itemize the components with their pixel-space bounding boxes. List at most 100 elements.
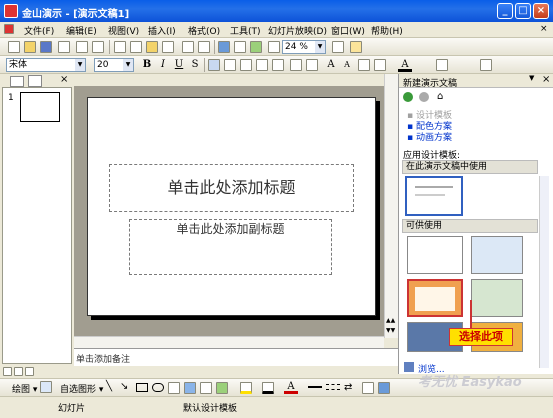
menu-file[interactable]: 文件(F) [24, 24, 54, 37]
open-icon[interactable] [24, 41, 36, 53]
close-icon[interactable]: × [60, 74, 68, 85]
title-placeholder[interactable]: 单击此处添加标题 [109, 164, 354, 212]
select-pointer-icon[interactable] [40, 381, 52, 393]
forward-icon[interactable] [419, 92, 429, 102]
copy-icon[interactable] [130, 41, 142, 53]
text-color-icon[interactable]: A [284, 380, 298, 394]
minimize-button[interactable]: _ [497, 3, 513, 19]
email-icon[interactable] [58, 41, 70, 53]
menu-edit[interactable]: 编辑(E) [66, 24, 97, 37]
slideshow-view-icon[interactable] [25, 367, 34, 376]
indent-icon[interactable] [358, 59, 370, 71]
textbox-icon[interactable] [168, 382, 180, 394]
close-button[interactable]: × [533, 3, 549, 19]
template-orange[interactable] [407, 279, 463, 317]
close-icon[interactable]: × [542, 74, 550, 85]
draw-menu[interactable]: 绘图 ▾ [12, 382, 37, 395]
insert-picture-icon[interactable] [250, 41, 262, 53]
arrow-style-icon[interactable]: ⇄ [344, 382, 352, 393]
justify-icon[interactable] [256, 59, 268, 71]
paste-icon[interactable] [146, 41, 158, 53]
cut-icon[interactable] [114, 41, 126, 53]
zoom-dropdown[interactable]: 24 % ▼ [282, 40, 326, 54]
new-icon[interactable] [8, 41, 20, 53]
shadow-button[interactable]: S [188, 58, 202, 72]
template-plain[interactable] [407, 236, 463, 274]
align-center-icon[interactable] [224, 59, 236, 71]
template-blue[interactable] [471, 236, 523, 274]
back-icon[interactable] [403, 92, 413, 102]
find-icon[interactable] [332, 41, 344, 53]
menu-view[interactable]: 视图(V) [108, 24, 139, 37]
redo-icon[interactable] [198, 41, 210, 53]
format-painter-icon[interactable] [162, 41, 174, 53]
menu-help[interactable]: 帮助(H) [371, 24, 403, 37]
tab-outline[interactable] [10, 76, 24, 87]
app-icon[interactable] [4, 4, 18, 18]
horizontal-scrollbar[interactable] [74, 336, 384, 348]
sorter-view-icon[interactable] [14, 367, 23, 376]
shadow-icon[interactable] [362, 382, 374, 394]
menu-tools[interactable]: 工具(T) [230, 24, 261, 37]
menu-format[interactable]: 格式(O) [188, 24, 220, 37]
chevron-down-icon[interactable]: ▼ [529, 74, 534, 82]
oval-icon[interactable] [152, 383, 164, 392]
prev-slide-icon[interactable]: ▲▲ [386, 317, 395, 324]
font-color-icon[interactable]: A [398, 58, 412, 72]
clipart-icon[interactable] [216, 382, 228, 394]
subtitle-placeholder[interactable]: 单击此处添加副标题 [129, 219, 332, 275]
task-pane-scrollbar[interactable] [539, 176, 549, 368]
menu-slideshow[interactable]: 幻灯片放映(D) [268, 24, 327, 37]
undo-icon[interactable] [182, 41, 194, 53]
print-preview-icon[interactable] [92, 41, 104, 53]
font-name-dropdown[interactable]: 宋体 ▼ [6, 58, 86, 72]
line-style-icon[interactable] [308, 386, 322, 388]
numbering-icon[interactable] [290, 59, 302, 71]
fill-color-icon[interactable] [240, 382, 252, 394]
home-icon[interactable]: ⌂ [437, 91, 443, 102]
menu-window[interactable]: 窗口(W) [331, 24, 365, 37]
increase-font-icon[interactable]: A [324, 58, 338, 72]
3d-icon[interactable] [378, 382, 390, 394]
outdent-icon[interactable] [374, 59, 386, 71]
align-right-icon[interactable] [240, 59, 252, 71]
columns-icon[interactable] [268, 41, 280, 53]
insert-table-icon[interactable] [234, 41, 246, 53]
align-left-icon[interactable] [208, 59, 220, 71]
italic-button[interactable]: I [156, 58, 170, 72]
tab-slides[interactable] [28, 75, 42, 87]
next-slide-icon[interactable]: ▼▼ [386, 327, 395, 334]
wordart-icon[interactable] [184, 382, 196, 394]
doc-icon[interactable] [4, 24, 14, 34]
diagram-icon[interactable] [200, 382, 212, 394]
notes-pane[interactable]: 单击添加备注 [74, 348, 398, 366]
design-icon[interactable] [436, 59, 448, 71]
doc-close-button[interactable]: × [540, 24, 548, 34]
font-size-dropdown[interactable]: 20 ▼ [94, 58, 134, 72]
help-icon[interactable] [350, 41, 362, 53]
underline-button[interactable]: U [172, 58, 186, 72]
bullets-icon[interactable] [306, 59, 318, 71]
vertical-scrollbar[interactable]: ▲▲ ▼▼ [384, 74, 398, 338]
menu-insert[interactable]: 插入(I) [148, 24, 176, 37]
line-color-icon[interactable] [262, 382, 274, 394]
arrow-icon[interactable]: ↘ [120, 381, 128, 392]
bold-button[interactable]: B [140, 58, 154, 72]
save-icon[interactable] [40, 41, 52, 53]
normal-view-icon[interactable] [3, 367, 12, 376]
browse-icon[interactable] [404, 362, 414, 372]
distribute-icon[interactable] [272, 59, 284, 71]
animation-scheme-link[interactable]: ▪ 动画方案 [407, 130, 452, 143]
new-slide-icon[interactable] [480, 59, 492, 71]
print-icon[interactable] [76, 41, 88, 53]
autoshapes-menu[interactable]: 自选图形 ▾ [60, 382, 103, 395]
line-icon[interactable]: ╲ [106, 381, 112, 392]
template-default[interactable] [405, 176, 463, 216]
rectangle-icon[interactable] [136, 383, 148, 392]
dash-style-icon[interactable] [326, 384, 340, 390]
maximize-button[interactable]: □ [515, 3, 531, 19]
insert-chart-icon[interactable] [218, 41, 230, 53]
slide-thumbnail[interactable] [20, 92, 60, 122]
slide[interactable]: 单击此处添加标题 单击此处添加副标题 [87, 97, 376, 316]
decrease-font-icon[interactable]: A [340, 58, 354, 72]
